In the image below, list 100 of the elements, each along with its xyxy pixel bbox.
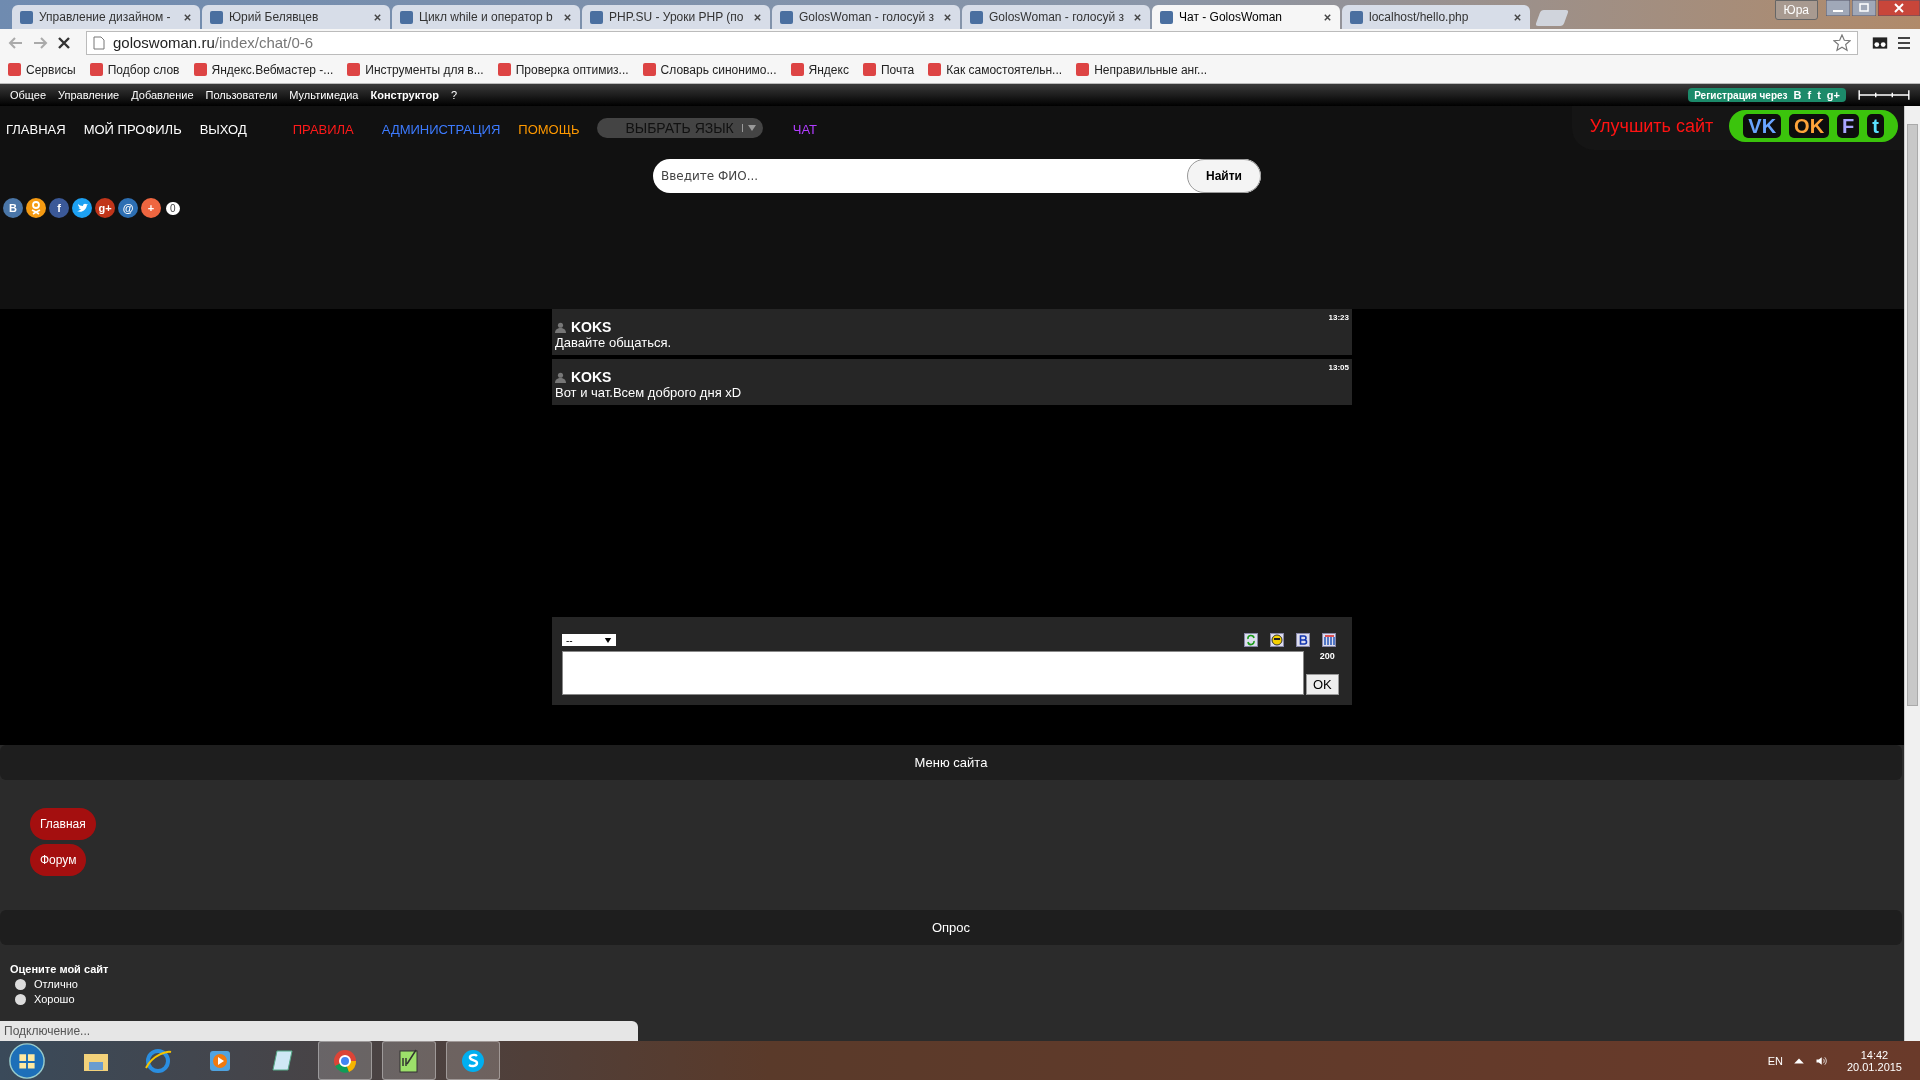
admin-menu-item[interactable]: Конструктор <box>370 89 439 101</box>
history-icon[interactable] <box>1322 633 1336 647</box>
nav-link[interactable]: АДМИНИСТРАЦИЯ <box>381 122 501 137</box>
close-tab-icon[interactable] <box>1513 12 1522 22</box>
social-login-link[interactable]: t <box>1817 89 1821 101</box>
speaker-icon[interactable] <box>1814 1054 1827 1067</box>
poll-option[interactable]: Отлично <box>34 978 78 990</box>
dropdown-arrow-icon <box>604 636 612 644</box>
message-input[interactable] <box>562 651 1304 695</box>
search-field[interactable]: Введите ФИО... Найти <box>653 159 1261 193</box>
poll-question: Оцените мой сайт <box>10 963 110 975</box>
address-bar[interactable]: goloswoman.ru/index/chat/0-6 <box>86 30 1858 55</box>
bookmark[interactable]: Словарь синонимо... <box>642 62 777 77</box>
char-counter: 200 <box>1319 651 1335 661</box>
maximize-button[interactable] <box>1852 0 1876 16</box>
bookmark[interactable]: Подбор слов <box>89 62 180 77</box>
browser-tab[interactable]: localhost/hello.php <box>1342 5 1530 29</box>
registration-label: Регистрация через <box>1694 89 1788 101</box>
nav-link[interactable]: МОЙ ПРОФИЛЬ <box>83 122 182 137</box>
bookmark[interactable]: Неправильные анг... <box>1076 62 1208 77</box>
browser-tab[interactable]: Юрий Белявцев <box>202 5 390 29</box>
browser-tab[interactable]: GolosWoman - голосуй з <box>962 5 1150 29</box>
extension-icon[interactable] <box>1872 34 1888 51</box>
bookmark[interactable]: Почта <box>862 62 915 77</box>
menu-button[interactable]: Форум <box>30 844 87 876</box>
bold-icon[interactable] <box>1296 633 1310 647</box>
close-tab-icon[interactable] <box>183 12 192 22</box>
user-icon <box>555 371 566 383</box>
close-tab-icon[interactable] <box>373 12 382 22</box>
message-author[interactable]: KOKS <box>571 319 612 335</box>
message-time: 13:23 <box>1328 313 1349 322</box>
browser-tab[interactable]: Чат - GolosWoman <box>1152 5 1340 29</box>
smiley-select[interactable]: -- <box>562 634 616 646</box>
share-icon[interactable]: @ <box>118 198 138 218</box>
admin-menu-item[interactable]: Добавление <box>131 89 194 101</box>
social-login-link[interactable]: f <box>1807 89 1812 101</box>
scrollbar[interactable] <box>1904 106 1920 1041</box>
close-tab-icon[interactable] <box>753 12 762 22</box>
close-tab-icon[interactable] <box>1323 12 1332 22</box>
menu-button[interactable]: Главная <box>30 808 96 840</box>
message-text: Давайте общаться. <box>555 335 673 350</box>
menu-icon[interactable] <box>1896 34 1912 51</box>
social-login-link[interactable]: g+ <box>1826 89 1840 101</box>
bird-share-icon[interactable] <box>72 198 92 218</box>
browser-tab[interactable]: Цикл while и оператор b <box>392 5 580 29</box>
dropdown-arrow-icon <box>741 124 757 132</box>
nav-link[interactable]: ПОМОЩЬ <box>518 122 580 137</box>
editor-taskbar-button[interactable] <box>382 1041 436 1080</box>
social-link[interactable]: VK <box>1743 114 1782 138</box>
bookmark[interactable]: Сервисы <box>8 62 76 77</box>
admin-menu-item[interactable]: ? <box>450 89 458 101</box>
close-tab-icon[interactable] <box>563 12 572 22</box>
share-icon[interactable]: f <box>49 198 69 218</box>
bookmark[interactable]: Яндекс.Вебмастер -... <box>193 62 334 77</box>
close-tab-icon[interactable] <box>943 12 952 22</box>
refresh-icon[interactable] <box>1244 633 1258 647</box>
share-count: 0 <box>166 201 180 215</box>
browser-tab[interactable]: PHP.SU - Уроки PHP (по <box>582 5 770 29</box>
social-link[interactable]: OK <box>1789 114 1830 138</box>
share-icon[interactable]: g+ <box>95 198 115 218</box>
ruler-icon[interactable] <box>1858 89 1910 101</box>
send-button[interactable]: OK <box>1306 674 1339 695</box>
smiley-icon[interactable] <box>1270 633 1284 647</box>
social-link[interactable]: t <box>1867 114 1884 138</box>
bookmark[interactable]: Проверка оптимиз... <box>497 62 629 77</box>
stop-icon[interactable] <box>56 34 72 51</box>
message-author[interactable]: KOKS <box>571 369 612 385</box>
close-button[interactable] <box>1878 0 1920 16</box>
poll-option[interactable]: Хорошо <box>34 993 75 1005</box>
admin-menu-item[interactable]: Пользователи <box>205 89 278 101</box>
page-icon <box>93 35 105 50</box>
chrome-taskbar-button[interactable] <box>318 1041 372 1080</box>
bookmark[interactable]: Инструменты для в... <box>347 62 484 77</box>
nav-link[interactable]: ВЫХОД <box>199 122 247 137</box>
chat-taskbar-button[interactable] <box>446 1041 500 1080</box>
star-icon[interactable] <box>1833 33 1851 52</box>
radio-button[interactable] <box>15 993 26 1005</box>
social-login-link[interactable]: В <box>1793 89 1802 101</box>
keyboard-language[interactable]: EN <box>1767 1054 1783 1067</box>
search-button[interactable]: Найти <box>1187 159 1261 193</box>
close-tab-icon[interactable] <box>1133 12 1142 22</box>
social-link[interactable]: F <box>1837 114 1860 138</box>
browser-tab[interactable]: Управление дизайном - <box>12 5 200 29</box>
clock[interactable]: 14:42 20.01.2015 <box>1846 1048 1902 1073</box>
admin-menu-item[interactable]: Общее <box>10 89 47 101</box>
radio-button[interactable] <box>15 978 26 990</box>
admin-menu-item[interactable]: Мультимедиа <box>289 89 359 101</box>
bookmark[interactable]: Яндекс <box>790 62 849 77</box>
start-button[interactable] <box>8 1041 46 1080</box>
bookmark[interactable]: Как самостоятельн... <box>928 62 1063 77</box>
minimize-button[interactable] <box>1826 0 1850 16</box>
nav-link[interactable]: ЧАТ <box>792 122 817 137</box>
nav-link[interactable]: ПРАВИЛА <box>292 122 354 137</box>
improve-site-link[interactable]: Улучшить сайт <box>1589 115 1714 137</box>
nav-link[interactable]: ГЛАВНАЯ <box>6 122 66 137</box>
message-text: Вот и чат.Всем доброго дня xD <box>555 385 743 400</box>
browser-tab[interactable]: GolosWoman - голосуй з <box>772 5 960 29</box>
person-share-icon[interactable] <box>26 198 46 218</box>
admin-menu-item[interactable]: Управление <box>58 89 120 101</box>
share-icon[interactable]: В <box>3 198 23 218</box>
